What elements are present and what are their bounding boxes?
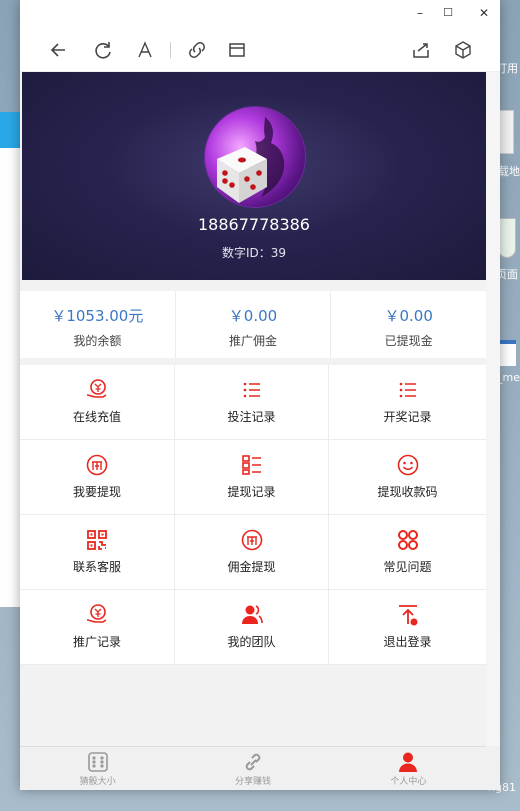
menu-item-logout[interactable]: 退出登录 [329, 590, 486, 665]
balance-stats: ￥1053.00元 我的余额 ￥0.00 推广佣金 ￥0.00 已提现金 [20, 291, 486, 358]
avatar[interactable] [204, 106, 306, 208]
stat-value: ￥0.00 [384, 307, 433, 325]
faq-icon [397, 530, 418, 550]
cube-icon[interactable] [452, 39, 474, 61]
menu-item-label: 在线充值 [72, 410, 121, 424]
promo-icon [86, 604, 107, 623]
stat-label: 推广佣金 [229, 334, 278, 348]
menu-grid: 在线充值 投注记录 开奖记录 我要提现 提现记录 提现收款码 联系客服 佣金提现… [20, 365, 486, 665]
desktop-app-icon[interactable] [498, 218, 516, 258]
menu-item-label: 提现记录 [227, 485, 276, 499]
menu-item-label: 我的团队 [227, 635, 276, 649]
desktop-icon-label: 载地 [498, 165, 520, 178]
browser-toolbar [20, 26, 500, 72]
stat-label: 我的余额 [73, 334, 122, 348]
tab-guess-dice[interactable]: 猜骰大小 [20, 747, 175, 790]
commission-icon [241, 529, 262, 551]
link-icon[interactable] [186, 39, 208, 61]
tab-personal-center[interactable]: 个人中心 [331, 747, 486, 790]
stat-value: ￥0.00 [228, 307, 278, 325]
bottom-tab-bar: 猜骰大小 分享赚钱 个人中心 [20, 746, 486, 790]
title-bar: – ☐ ✕ [20, 0, 500, 26]
stat-commission[interactable]: ￥0.00 推广佣金 [176, 291, 332, 358]
tab-label: 猜骰大小 [79, 777, 116, 787]
menu-item-faq[interactable]: 常见问题 [329, 515, 486, 590]
stat-value: ￥1053.00元 [51, 307, 144, 325]
menu-item-label: 开奖记录 [383, 410, 432, 424]
dice-icon [217, 117, 285, 203]
stat-withdrawn[interactable]: ￥0.00 已提现金 [331, 291, 486, 358]
logout-icon [398, 605, 417, 626]
menu-item-commission-withdraw[interactable]: 佣金提现 [175, 515, 329, 590]
menu-item-label: 我要提现 [72, 485, 121, 499]
menu-item-my-team[interactable]: 我的团队 [175, 590, 329, 665]
toolbar-separator [170, 42, 171, 58]
records-icon [241, 455, 261, 475]
stat-label: 已提现金 [384, 334, 433, 348]
menu-item-withdraw-records[interactable]: 提现记录 [175, 440, 329, 515]
refresh-icon[interactable] [92, 39, 114, 61]
tab-share-earn[interactable]: 分享赚钱 [175, 747, 330, 790]
menu-item-customer-service[interactable]: 联系客服 [20, 515, 175, 590]
stat-balance[interactable]: ￥1053.00元 我的余额 [20, 291, 176, 358]
desktop-file-icon[interactable] [498, 110, 514, 154]
list-icon [243, 382, 260, 398]
desktop-icon-label: _me [497, 371, 520, 384]
user-phone: 18867778386 [198, 215, 310, 234]
menu-item-recharge[interactable]: 在线充值 [20, 365, 175, 440]
menu-item-label: 投注记录 [227, 410, 276, 424]
profile-header: 18867778386 数字ID：39 [22, 72, 486, 280]
link-icon [245, 753, 261, 771]
menu-item-label: 佣金提现 [227, 560, 276, 574]
smile-icon [397, 454, 418, 476]
tab-label: 分享赚钱 [234, 777, 271, 787]
scrollbar[interactable] [486, 72, 500, 746]
menu-item-label: 推广记录 [72, 635, 121, 649]
menu-item-label: 联系客服 [72, 560, 121, 574]
app-window: – ☐ ✕ 18867778386 数字ID：39 ￥1053.00元 我的余额… [20, 0, 500, 790]
menu-item-label: 常见问题 [383, 560, 432, 574]
menu-item-payment-code[interactable]: 提现收款码 [329, 440, 486, 515]
maximize-button[interactable]: ☐ [434, 4, 462, 22]
minimize-button[interactable]: – [406, 4, 434, 22]
close-button[interactable]: ✕ [470, 4, 498, 22]
list-icon [399, 382, 416, 398]
back-icon[interactable] [48, 39, 70, 61]
desktop-doc-icon[interactable] [498, 340, 516, 366]
recharge-icon [86, 379, 107, 398]
menu-item-label: 提现收款码 [377, 485, 438, 499]
window-icon[interactable] [226, 39, 248, 61]
menu-item-bet-records[interactable]: 投注记录 [175, 365, 329, 440]
dice-icon [87, 752, 108, 772]
menu-item-lottery-records[interactable]: 开奖记录 [329, 365, 486, 440]
page-content: 18867778386 数字ID：39 ￥1053.00元 我的余额 ￥0.00… [20, 72, 486, 746]
user-id: 数字ID：39 [221, 246, 287, 260]
menu-item-withdraw[interactable]: 我要提现 [20, 440, 175, 515]
menu-item-label: 退出登录 [383, 635, 432, 649]
team-icon [241, 605, 263, 624]
share-icon[interactable] [410, 39, 432, 61]
user-icon [399, 752, 418, 772]
withdraw-icon [86, 454, 108, 476]
qrcode-icon [87, 530, 107, 550]
tab-label: 个人中心 [390, 777, 427, 787]
menu-item-promo-records[interactable]: 推广记录 [20, 590, 175, 665]
font-icon[interactable] [134, 39, 156, 61]
